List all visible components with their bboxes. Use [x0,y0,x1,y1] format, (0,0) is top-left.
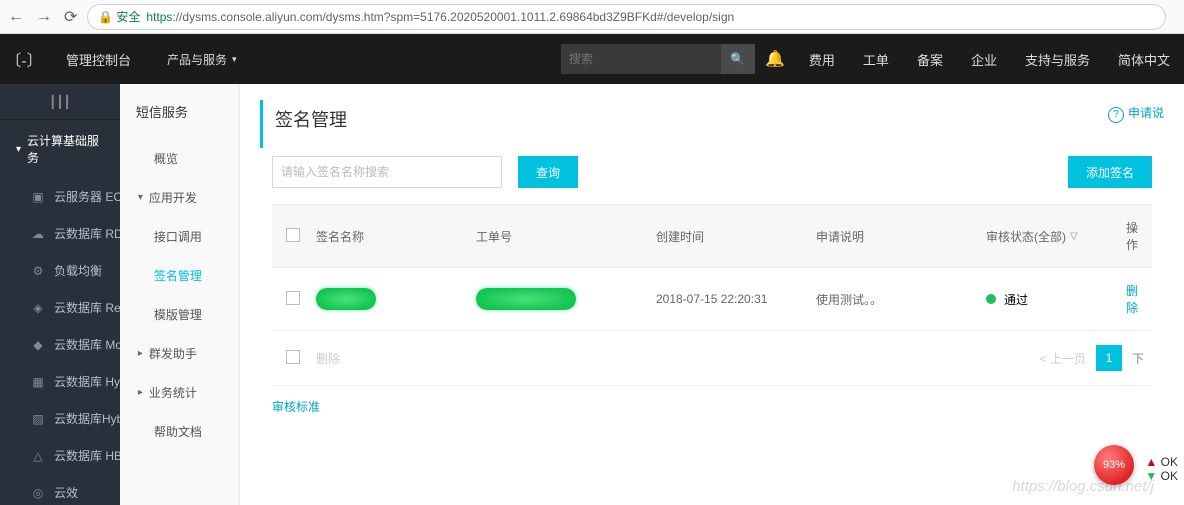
service-icon: ▣ [30,190,46,204]
chevron-down-icon: ▾ [16,144,21,155]
subnav-item-5[interactable]: ▸群发助手 [120,334,239,373]
progress-badge: 93% [1094,445,1134,485]
delete-link[interactable]: 删除 [1126,284,1138,315]
console-link[interactable]: 管理控制台 [48,34,149,84]
page-title: 签名管理 [260,100,1164,148]
col-desc: 申请说明 [810,228,980,245]
sidebar-item-1[interactable]: ☁云数据库 RDS 版 [0,215,120,252]
bell-icon[interactable]: 🔔 [755,34,795,84]
subnav-item-4[interactable]: 模版管理 [120,295,239,334]
col-time: 创建时间 [650,228,810,245]
col-name: 签名名称 [310,228,470,245]
pager-current[interactable]: 1 [1096,345,1122,371]
service-icon: ▦ [30,375,46,389]
sidebar-section-cloud[interactable]: ▾云计算基础服务 [0,120,120,178]
audit-standards-link[interactable]: 审核标准 [272,398,1152,415]
chevron-down-icon: ▾ [232,54,237,65]
global-search-input[interactable] [561,44,721,74]
subnav-item-0[interactable]: 概览 [120,139,239,178]
cell-time: 2018-07-15 22:20:31 [650,292,810,306]
service-icon: ☁ [30,227,46,241]
redacted-signature-name [316,288,376,310]
content-area: 签名管理 申请说 查询 添加签名 签名名称 工单号 创建时间 申请说明 审核状态… [240,84,1184,505]
service-icon: ◈ [30,301,46,315]
subnav-item-7[interactable]: 帮助文档 [120,412,239,451]
lock-icon: 🔒 安全 [98,8,140,25]
service-icon: △ [30,449,46,463]
sidebar-title: 短信服务 [120,84,239,139]
row-checkbox[interactable] [286,291,300,305]
browser-toolbar: ← → ⟳ 🔒 安全 https://dysms.console.aliyun.… [0,0,1184,34]
address-bar[interactable]: 🔒 安全 https://dysms.console.aliyun.com/dy… [87,4,1166,30]
search-button[interactable]: 🔍 [721,44,755,74]
sidebar-item-7[interactable]: △云数据库 HBase 版 [0,437,120,474]
status-ticks: ▲ OK ▼ OK [1145,455,1178,483]
footer-checkbox[interactable] [286,350,300,364]
top-link-3[interactable]: 企业 [957,34,1011,84]
subnav-item-2[interactable]: 接口调用 [120,217,239,256]
chevron-icon: ▾ [138,192,143,203]
service-icon: ⚙ [30,264,46,278]
sidebar-item-6[interactable]: ▨云数据库HybridDB fo... [0,400,120,437]
add-signature-button[interactable]: 添加签名 [1068,156,1152,188]
redacted-ticket-id [476,288,576,310]
select-all-checkbox[interactable] [286,228,300,242]
status-dot-icon [986,294,996,304]
table-footer: 删除 < 上一页 1 下 [272,331,1152,386]
subnav-item-6[interactable]: ▸业务统计 [120,373,239,412]
pager-prev: < 上一页 [1040,350,1086,367]
table-header-row: 签名名称 工单号 创建时间 申请说明 审核状态(全部)▽ 操作 [272,204,1152,268]
sidebar-item-2[interactable]: ⚙负载均衡 [0,252,120,289]
sidebar-item-8[interactable]: ◎云效 [0,474,120,505]
sidebar-item-3[interactable]: ◈云数据库 Redis 版 [0,289,120,326]
pager-next[interactable]: 下 [1132,350,1144,367]
subnav-item-3[interactable]: 签名管理 [120,256,239,295]
chevron-icon: ▸ [138,387,143,398]
service-icon: ◎ [30,486,46,500]
cell-desc: 使用测试。。 [810,291,980,308]
signature-search-input[interactable] [272,156,502,188]
col-ticket: 工单号 [470,228,650,245]
pagination: < 上一页 1 下 [1040,345,1144,371]
table-row: 2018-07-15 22:20:31 使用测试。。 通过 删除 [272,268,1152,331]
sidebar-collapse-icon[interactable]: ┃┃┃ [0,84,120,120]
top-link-1[interactable]: 工单 [849,34,903,84]
top-link-2[interactable]: 备案 [903,34,957,84]
query-button[interactable]: 查询 [518,156,578,188]
top-link-5[interactable]: 简体中文 [1104,34,1184,84]
reload-icon[interactable]: ⟳ [64,7,77,27]
sidebar-item-4[interactable]: ◆云数据库 MongoDB 版 [0,326,120,363]
top-nav: 〔-〕 管理控制台 产品与服务▾ 🔍 🔔 费用工单备案企业支持与服务简体中文 [0,34,1184,84]
products-dropdown[interactable]: 产品与服务▾ [149,34,255,84]
sidebar-primary: ┃┃┃ ▾云计算基础服务 ▣云服务器 ECS☁云数据库 RDS 版⚙负载均衡◈云… [0,84,120,505]
forward-icon[interactable]: → [36,8,52,26]
service-icon: ▨ [30,412,46,426]
signatures-table: 签名名称 工单号 创建时间 申请说明 审核状态(全部)▽ 操作 2018-07-… [272,204,1152,386]
brand-logo-icon[interactable]: 〔-〕 [0,34,48,84]
cell-status: 通过 [980,291,1120,308]
top-link-0[interactable]: 费用 [795,34,849,84]
subnav-item-1[interactable]: ▾应用开发 [120,178,239,217]
back-icon[interactable]: ← [8,8,24,26]
sidebar-item-5[interactable]: ▦云数据库 HybridDB f... [0,363,120,400]
help-link[interactable]: 申请说 [1108,104,1164,123]
url-text: https://dysms.console.aliyun.com/dysms.h… [146,10,734,24]
col-status[interactable]: 审核状态(全部)▽ [980,228,1120,245]
sidebar-item-0[interactable]: ▣云服务器 ECS [0,178,120,215]
filter-icon[interactable]: ▽ [1070,231,1078,242]
chevron-icon: ▸ [138,348,143,359]
sidebar-secondary: 短信服务 概览▾应用开发接口调用签名管理模版管理▸群发助手▸业务统计帮助文档 [120,84,240,505]
col-op: 操作 [1120,219,1144,253]
service-icon: ◆ [30,338,46,352]
top-link-4[interactable]: 支持与服务 [1011,34,1104,84]
bulk-delete-button: 删除 [310,350,346,367]
